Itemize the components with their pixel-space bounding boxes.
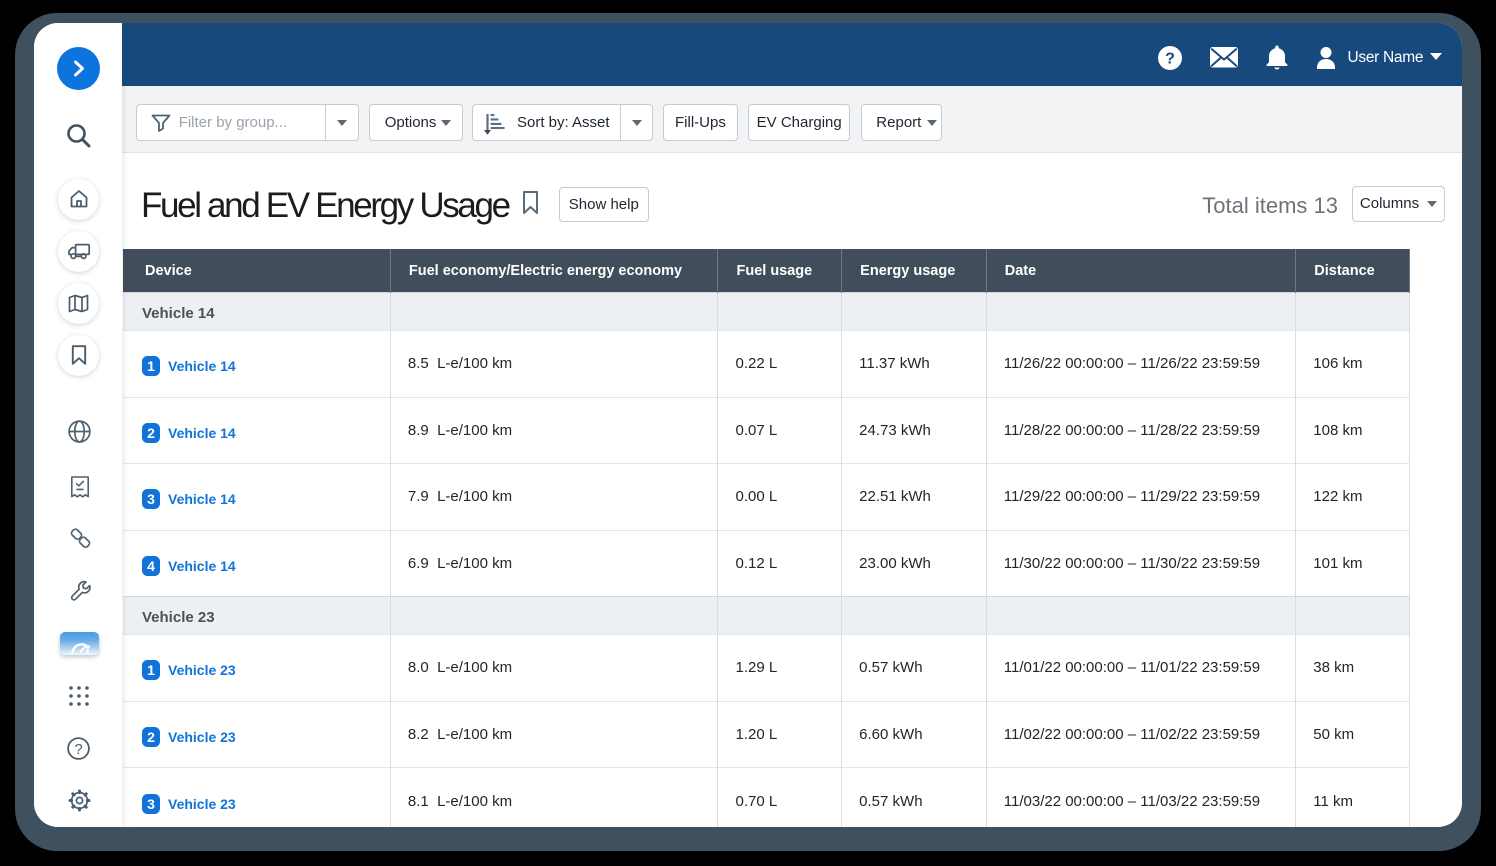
- svg-text:?: ?: [74, 741, 82, 758]
- svg-text:?: ?: [1165, 50, 1175, 67]
